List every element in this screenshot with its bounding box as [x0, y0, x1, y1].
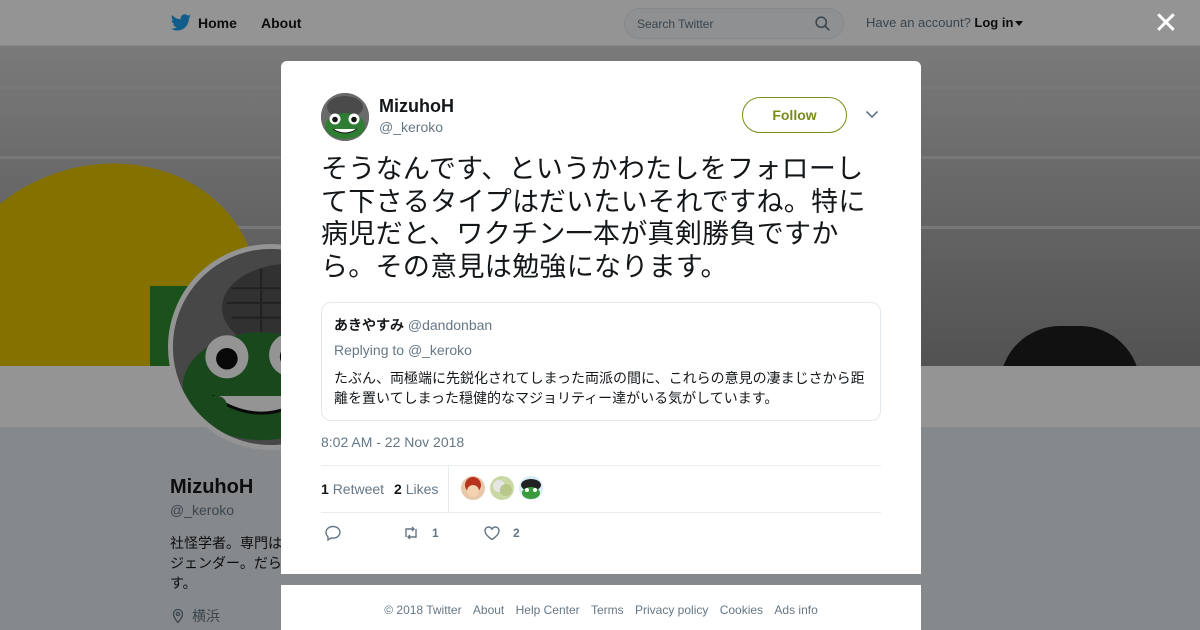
- replying-to-handle[interactable]: @_keroko: [408, 342, 472, 358]
- footer-link-cookies[interactable]: Cookies: [720, 603, 763, 617]
- replying-to-prefix: Replying to: [334, 342, 405, 358]
- follow-button[interactable]: Follow: [742, 97, 847, 133]
- close-icon[interactable]: ✕: [1152, 9, 1180, 39]
- likes-stat[interactable]: 2 Likes: [394, 481, 438, 497]
- quoted-tweet[interactable]: あきやすみ @dandonban Replying to @_keroko たぶ…: [321, 302, 881, 421]
- footer-link-ads-info[interactable]: Ads info: [774, 603, 817, 617]
- retweet-stat[interactable]: 1 Retweet: [321, 481, 384, 497]
- footer-link-terms[interactable]: Terms: [591, 603, 624, 617]
- quoted-tweet-header: あきやすみ @dandonban: [334, 315, 868, 335]
- reply-icon: [325, 525, 341, 542]
- liker-avatar[interactable]: [519, 476, 543, 500]
- like-action-count: 2: [513, 526, 520, 540]
- liker-avatar[interactable]: [490, 476, 514, 500]
- replying-to: Replying to @_keroko: [334, 342, 868, 358]
- likes-stat-label: Likes: [405, 481, 439, 497]
- tweet-stats: 1 Retweet 2 Likes: [321, 465, 881, 513]
- quoted-author-handle: @dandonban: [407, 317, 493, 333]
- like-action[interactable]: 2: [483, 524, 520, 542]
- liker-avatar[interactable]: [461, 476, 485, 500]
- tweet-author-handle[interactable]: @_keroko: [379, 119, 443, 135]
- stats-divider: [448, 466, 449, 512]
- tweet-modal: MizuhoH @_keroko Follow そうなんです、というかわたしをフ…: [281, 61, 921, 574]
- tweet-text: そうなんです、というかわたしをフォローして下さるタイプはだいたいそれですね。特に…: [321, 154, 866, 282]
- footer-links: © 2018 Twitter About Help Center Terms P…: [281, 585, 921, 630]
- frog-avatar-image: [321, 93, 369, 141]
- retweet-stat-count: 1: [321, 481, 329, 497]
- footer-copyright: © 2018 Twitter: [384, 603, 462, 617]
- chevron-down-icon[interactable]: [865, 107, 879, 121]
- footer-link-help-center[interactable]: Help Center: [516, 603, 580, 617]
- footer-link-privacy[interactable]: Privacy policy: [635, 603, 708, 617]
- tweet-author-name[interactable]: MizuhoH: [379, 96, 454, 117]
- retweet-icon: [405, 526, 417, 540]
- tweet-author-avatar[interactable]: [321, 93, 369, 141]
- heart-icon: [484, 526, 500, 541]
- retweet-action[interactable]: 1: [402, 524, 439, 542]
- likes-stat-count: 2: [394, 481, 402, 497]
- quoted-tweet-text: たぶん、両極端に先鋭化されてしまった両派の間に、これらの意見の凄まじさから距離を…: [334, 370, 865, 406]
- footer-link-about[interactable]: About: [473, 603, 504, 617]
- tweet-timestamp[interactable]: 8:02 AM - 22 Nov 2018: [321, 434, 464, 450]
- quoted-author-name: あきやすみ: [334, 317, 404, 333]
- retweet-action-count: 1: [432, 526, 439, 540]
- reply-action[interactable]: [324, 524, 354, 542]
- retweet-stat-label: Retweet: [332, 481, 385, 497]
